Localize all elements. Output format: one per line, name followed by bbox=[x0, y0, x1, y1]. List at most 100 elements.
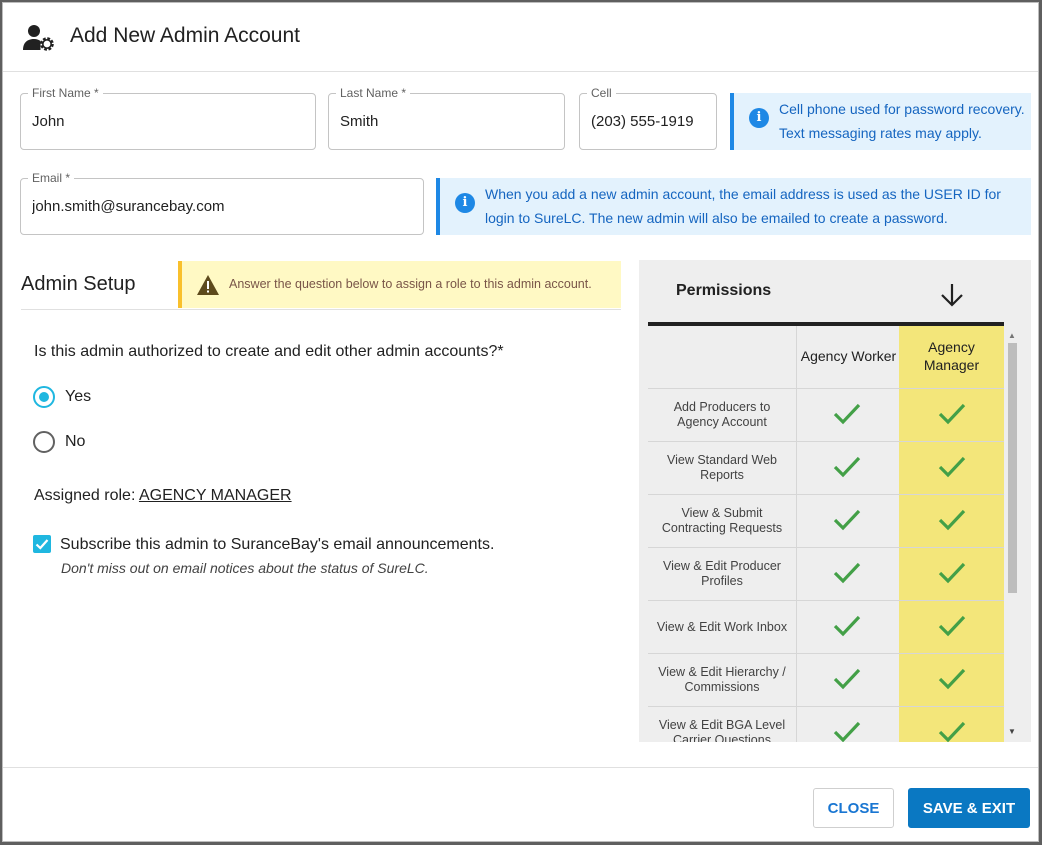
scroll-down-icon[interactable]: ▼ bbox=[1008, 727, 1016, 736]
dialog-title: Add New Admin Account bbox=[70, 24, 300, 47]
permission-name: View & Edit Producer Profiles bbox=[648, 548, 796, 600]
section-divider bbox=[21, 309, 621, 310]
agency-worker-check-icon bbox=[832, 507, 862, 533]
cell-input[interactable] bbox=[591, 94, 708, 149]
column-divider bbox=[796, 707, 797, 742]
permission-name-line-2: Reports bbox=[700, 468, 744, 482]
permissions-panel: Permissions Agency Worker Agency Manager… bbox=[639, 260, 1031, 742]
email-info-line-2: login to SureLC. The new admin will also… bbox=[485, 210, 948, 226]
agency-manager-check-icon bbox=[937, 613, 967, 639]
dialog-footer: CLOSE SAVE & EXIT bbox=[3, 767, 1038, 843]
assigned-role-label: Assigned role: bbox=[34, 487, 136, 504]
permission-name: Add Producers to Agency Account bbox=[648, 389, 796, 441]
add-admin-dialog: Add New Admin Account First Name * Last … bbox=[2, 2, 1039, 842]
subscribe-note: Don't miss out on email notices about th… bbox=[61, 560, 429, 576]
save-exit-button[interactable]: SAVE & EXIT bbox=[908, 788, 1030, 828]
first-name-input[interactable] bbox=[32, 94, 307, 149]
first-name-field[interactable]: First Name * bbox=[20, 86, 316, 150]
admin-setup-title: Admin Setup bbox=[21, 273, 136, 295]
role-warning-text: Answer the question below to assign a ro… bbox=[229, 277, 592, 291]
permission-row: Add Producers to Agency Account bbox=[648, 388, 1004, 441]
permission-name-line-1: View & Edit Work Inbox bbox=[656, 619, 788, 634]
column-divider bbox=[796, 442, 797, 494]
permission-name: View & Edit Work Inbox bbox=[648, 601, 796, 653]
agency-worker-check-icon bbox=[832, 666, 862, 692]
permission-row: View & Edit Producer Profiles bbox=[648, 547, 1004, 600]
permission-name-line-1: View & Edit Hierarchy / bbox=[658, 665, 786, 679]
agency-manager-check-icon bbox=[937, 401, 967, 427]
arrow-down-icon bbox=[941, 284, 963, 307]
checkmark-icon bbox=[35, 539, 49, 550]
close-button[interactable]: CLOSE bbox=[813, 788, 894, 828]
permission-row: View Standard Web Reports bbox=[648, 441, 1004, 494]
info-icon: i bbox=[749, 108, 769, 128]
cell-info-line-1: Cell phone used for password recovery. bbox=[779, 101, 1025, 117]
column-divider bbox=[796, 654, 797, 706]
column-divider bbox=[796, 548, 797, 600]
permission-name-line-2: Commissions bbox=[684, 680, 760, 694]
permissions-header-row: Agency Worker Agency Manager bbox=[648, 326, 1004, 388]
last-name-field[interactable]: Last Name * bbox=[328, 86, 565, 150]
scrollbar-thumb[interactable] bbox=[1008, 343, 1017, 593]
column-divider bbox=[796, 601, 797, 653]
permission-row: View & Edit BGA Level Carrier Questions bbox=[648, 706, 1004, 742]
permission-name-line-1: View & Edit BGA Level bbox=[658, 718, 786, 732]
permission-name: View & Edit Hierarchy / Commissions bbox=[648, 654, 796, 706]
permission-row: View & Submit Contracting Requests bbox=[648, 494, 1004, 547]
radio-yes[interactable]: Yes bbox=[33, 386, 91, 408]
subscribe-checkbox[interactable] bbox=[33, 535, 51, 553]
agency-worker-check-icon bbox=[832, 454, 862, 480]
radio-yes-label: Yes bbox=[65, 388, 92, 405]
column-agency-worker: Agency Worker bbox=[800, 348, 897, 364]
permission-name-line-1: View & Edit Producer bbox=[663, 559, 781, 573]
warning-icon bbox=[197, 275, 219, 295]
last-name-input[interactable] bbox=[340, 94, 556, 149]
admin-authorization-question: Is this admin authorized to create and e… bbox=[34, 343, 504, 360]
email-info-line-1: When you add a new admin account, the em… bbox=[485, 186, 1001, 202]
radio-no-circle[interactable] bbox=[33, 431, 55, 453]
email-info-box: i When you add a new admin account, the … bbox=[436, 178, 1031, 235]
permissions-scrollbar[interactable]: ▲ ▼ bbox=[1005, 331, 1019, 741]
agency-worker-check-icon bbox=[832, 613, 862, 639]
user-gear-icon bbox=[23, 25, 54, 51]
cell-info-line-2: Text messaging rates may apply. bbox=[779, 125, 982, 141]
radio-no[interactable]: No bbox=[33, 431, 85, 453]
permission-name-line-1: Add Producers to bbox=[673, 400, 771, 414]
permission-name-line-1: View Standard Web bbox=[666, 453, 778, 467]
agency-worker-check-icon bbox=[832, 719, 862, 742]
column-agency-manager-line-1: Agency bbox=[928, 339, 975, 355]
column-divider bbox=[796, 495, 797, 547]
permission-name-line-2: Contracting Requests bbox=[661, 521, 783, 535]
radio-no-label: No bbox=[65, 433, 86, 450]
agency-manager-check-icon bbox=[937, 719, 967, 742]
column-agency-manager: Agency Manager bbox=[899, 338, 1004, 374]
cell-info-box: i Cell phone used for password recovery.… bbox=[730, 93, 1031, 150]
agency-worker-check-icon bbox=[832, 401, 862, 427]
permission-name-line-2: Profiles bbox=[701, 574, 743, 588]
column-agency-manager-line-2: Manager bbox=[923, 357, 980, 373]
agency-manager-check-icon bbox=[937, 454, 967, 480]
subscribe-label: Subscribe this admin to SuranceBay's ema… bbox=[60, 536, 495, 553]
role-warning-box: Answer the question below to assign a ro… bbox=[178, 261, 621, 308]
assigned-role: Assigned role: AGENCY MANAGER bbox=[34, 487, 292, 505]
scroll-up-icon[interactable]: ▲ bbox=[1008, 331, 1016, 340]
dialog-header: Add New Admin Account bbox=[3, 3, 1038, 72]
permission-name: View Standard Web Reports bbox=[648, 442, 796, 494]
permission-name: View & Submit Contracting Requests bbox=[648, 495, 796, 547]
permission-name-line-2: Carrier Questions bbox=[673, 733, 771, 742]
email-field[interactable]: Email * bbox=[20, 171, 424, 235]
assigned-role-link[interactable]: AGENCY MANAGER bbox=[139, 487, 292, 504]
agency-manager-check-icon bbox=[937, 560, 967, 586]
permission-name-line-2: Agency Account bbox=[677, 415, 767, 429]
permission-name: View & Edit BGA Level Carrier Questions bbox=[648, 707, 796, 742]
column-divider bbox=[796, 389, 797, 441]
cell-field[interactable]: Cell bbox=[579, 86, 717, 150]
permission-row: View & Edit Hierarchy / Commissions bbox=[648, 653, 1004, 706]
permission-row: View & Edit Work Inbox bbox=[648, 600, 1004, 653]
email-input[interactable] bbox=[32, 179, 415, 234]
permissions-title: Permissions bbox=[676, 282, 772, 299]
info-icon: i bbox=[455, 193, 475, 213]
permission-name-line-1: View & Submit bbox=[681, 506, 763, 520]
radio-yes-circle[interactable] bbox=[33, 386, 55, 408]
agency-manager-check-icon bbox=[937, 507, 967, 533]
